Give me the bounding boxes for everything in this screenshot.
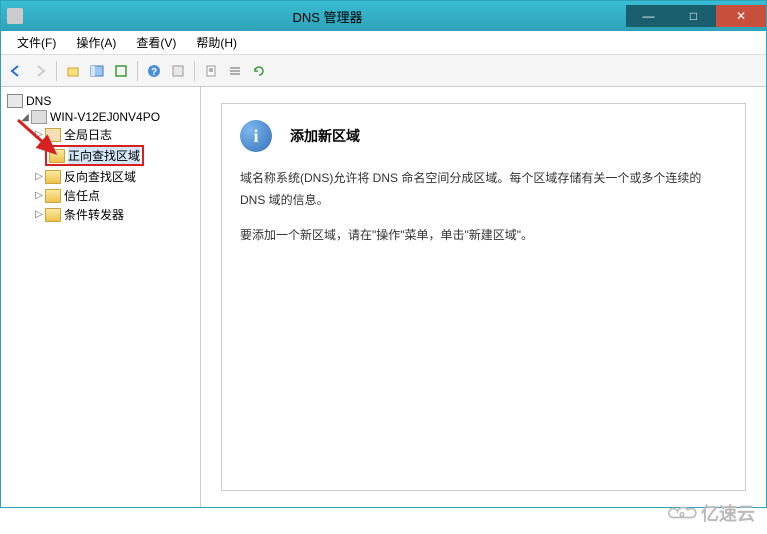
tree-label: 反向查找区域 bbox=[64, 168, 136, 185]
folder-icon bbox=[45, 208, 61, 222]
app-icon bbox=[7, 8, 23, 24]
detail-paragraph-2: 要添加一个新区域，请在"操作"菜单，单击"新建区域"。 bbox=[240, 225, 727, 247]
forward-button[interactable] bbox=[29, 60, 51, 82]
export-button[interactable] bbox=[110, 60, 132, 82]
tree-global-log[interactable]: ▷ 全局日志 bbox=[5, 125, 196, 144]
expand-icon[interactable]: ▷ bbox=[33, 209, 45, 220]
refresh-button[interactable] bbox=[248, 60, 270, 82]
window-title: DNS 管理器 bbox=[29, 7, 626, 26]
up-button[interactable] bbox=[62, 60, 84, 82]
tree-label: WIN-V12EJ0NV4PO bbox=[50, 110, 160, 124]
folder-icon bbox=[49, 149, 65, 163]
menu-action[interactable]: 操作(A) bbox=[66, 34, 126, 51]
detail-content: i 添加新区域 域名称系统(DNS)允许将 DNS 命名空间分成区域。每个区域存… bbox=[221, 103, 746, 491]
minimize-button[interactable]: — bbox=[626, 5, 671, 27]
folder-icon bbox=[45, 170, 61, 184]
maximize-button[interactable]: □ bbox=[671, 5, 716, 27]
menu-bar: 文件(F) 操作(A) 查看(V) 帮助(H) bbox=[1, 31, 766, 55]
collapse-icon[interactable]: ◢ bbox=[19, 112, 31, 123]
app-window: DNS 管理器 — □ ✕ 文件(F) 操作(A) 查看(V) 帮助(H) ? … bbox=[0, 0, 767, 508]
tree-conditional-forwarders[interactable]: ▷ 条件转发器 bbox=[5, 205, 196, 224]
detail-paragraph-1: 域名称系统(DNS)允许将 DNS 命名空间分成区域。每个区域存储有关一个或多个… bbox=[240, 168, 727, 211]
expand-icon[interactable]: ▷ bbox=[33, 171, 45, 182]
menu-help[interactable]: 帮助(H) bbox=[186, 34, 247, 51]
detail-panel: i 添加新区域 域名称系统(DNS)允许将 DNS 命名空间分成区域。每个区域存… bbox=[201, 87, 766, 507]
dns-icon bbox=[7, 94, 23, 108]
info-icon: i bbox=[240, 120, 272, 152]
watermark-text: 亿速云 bbox=[701, 500, 755, 526]
expand-icon[interactable]: ▷ bbox=[33, 190, 45, 201]
log-icon bbox=[45, 128, 61, 142]
tree-label: DNS bbox=[26, 94, 51, 108]
tree-label: 全局日志 bbox=[64, 126, 112, 143]
menu-view[interactable]: 查看(V) bbox=[126, 34, 186, 51]
tree-label: 条件转发器 bbox=[64, 206, 124, 223]
toolbar: ? bbox=[1, 55, 766, 87]
folder-icon bbox=[45, 189, 61, 203]
detail-heading: 添加新区域 bbox=[290, 126, 360, 146]
server-icon bbox=[31, 110, 47, 124]
tree-label: 信任点 bbox=[64, 187, 100, 204]
tree-server-node[interactable]: ◢ WIN-V12EJ0NV4PO bbox=[5, 109, 196, 125]
tree-panel: DNS ◢ WIN-V12EJ0NV4PO ▷ 全局日志 正向查找区域 ▷ bbox=[1, 87, 201, 507]
watermark-icon bbox=[667, 503, 697, 523]
annotation-highlight: 正向查找区域 bbox=[45, 145, 144, 166]
detail-body: 域名称系统(DNS)允许将 DNS 命名空间分成区域。每个区域存储有关一个或多个… bbox=[240, 168, 727, 247]
content-area: DNS ◢ WIN-V12EJ0NV4PO ▷ 全局日志 正向查找区域 ▷ bbox=[1, 87, 766, 507]
separator bbox=[137, 61, 138, 81]
back-button[interactable] bbox=[5, 60, 27, 82]
show-hide-button[interactable] bbox=[86, 60, 108, 82]
list-button[interactable] bbox=[224, 60, 246, 82]
separator bbox=[56, 61, 57, 81]
tree-forward-zone[interactable]: 正向查找区域 bbox=[5, 144, 196, 167]
separator bbox=[194, 61, 195, 81]
help-button[interactable]: ? bbox=[143, 60, 165, 82]
title-bar: DNS 管理器 — □ ✕ bbox=[1, 1, 766, 31]
tree-trust-points[interactable]: ▷ 信任点 bbox=[5, 186, 196, 205]
watermark: 亿速云 bbox=[667, 500, 755, 526]
properties-button[interactable] bbox=[167, 60, 189, 82]
tree-reverse-zone[interactable]: ▷ 反向查找区域 bbox=[5, 167, 196, 186]
detail-header: i 添加新区域 bbox=[240, 120, 727, 152]
close-button[interactable]: ✕ bbox=[716, 5, 766, 27]
tree-root-dns[interactable]: DNS bbox=[5, 93, 196, 109]
menu-file[interactable]: 文件(F) bbox=[7, 34, 66, 51]
svg-text:?: ? bbox=[151, 67, 157, 78]
window-controls: — □ ✕ bbox=[626, 5, 766, 27]
tree-label: 正向查找区域 bbox=[68, 147, 140, 164]
expand-icon[interactable]: ▷ bbox=[33, 129, 45, 140]
filter-button[interactable] bbox=[200, 60, 222, 82]
